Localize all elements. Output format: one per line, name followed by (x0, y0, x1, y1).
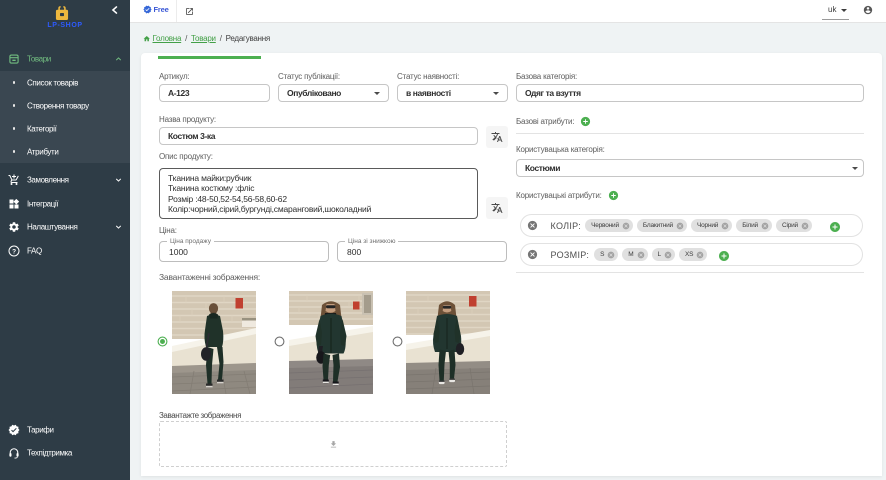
svg-text:?: ? (12, 248, 16, 255)
